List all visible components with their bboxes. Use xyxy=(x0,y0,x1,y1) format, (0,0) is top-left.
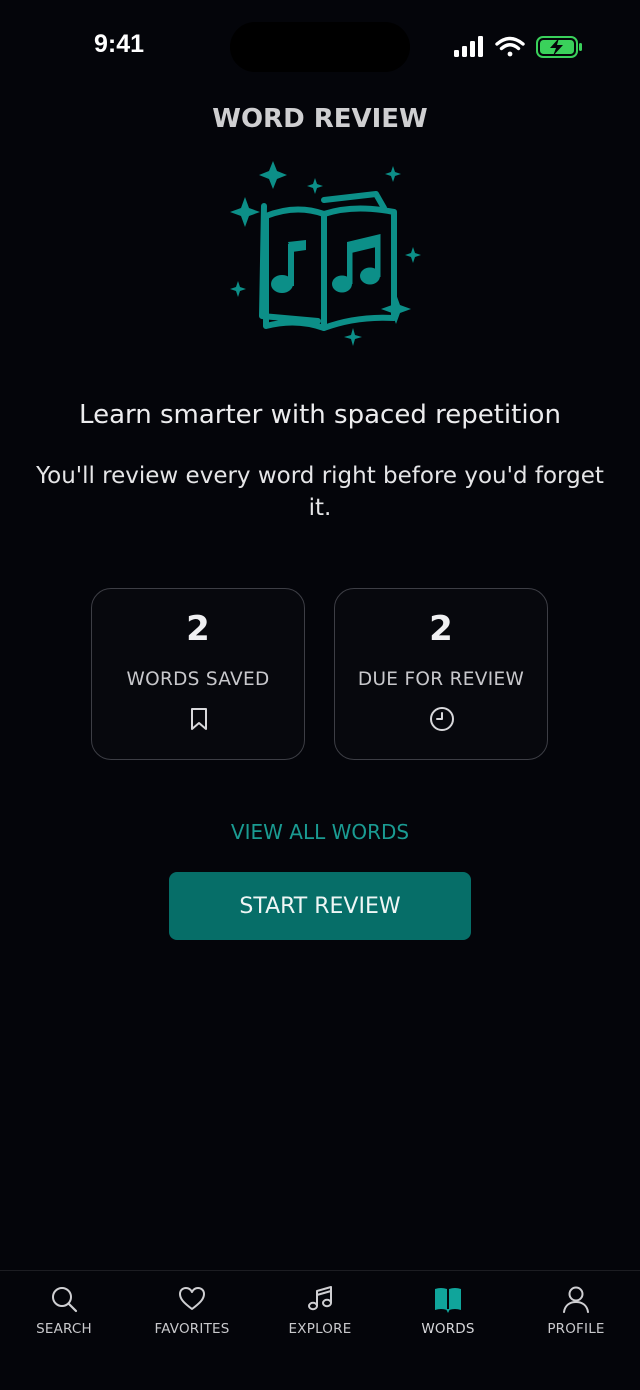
due-count: 2 xyxy=(429,609,453,649)
view-all-words-link[interactable]: VIEW ALL WORDS xyxy=(170,820,470,844)
tab-favorites[interactable]: FAVORITES xyxy=(128,1271,256,1361)
tab-explore[interactable]: EXPLORE xyxy=(256,1271,384,1361)
tab-label: PROFILE xyxy=(547,1321,605,1337)
status-time: 9:41 xyxy=(94,30,145,58)
tab-search[interactable]: SEARCH xyxy=(0,1271,128,1361)
clock-icon xyxy=(430,707,454,731)
user-icon xyxy=(563,1286,589,1313)
tab-bar: SEARCH FAVORITES EXPLORE WORDS PROFILE xyxy=(0,1270,640,1390)
words-saved-label: WORDS SAVED xyxy=(126,669,270,690)
tab-label: SEARCH xyxy=(36,1321,92,1337)
due-label: DUE FOR REVIEW xyxy=(357,669,525,690)
cellular-signal-icon xyxy=(454,36,483,57)
search-icon xyxy=(52,1287,78,1313)
battery-charging-icon xyxy=(536,36,582,58)
wifi-icon xyxy=(495,36,525,57)
due-for-review-card: 2 DUE FOR REVIEW xyxy=(334,588,548,760)
words-saved-card: 2 WORDS SAVED xyxy=(91,588,305,760)
page-title: WORD REVIEW xyxy=(212,104,428,134)
description: You'll review every word right before yo… xyxy=(36,463,604,521)
tab-profile[interactable]: PROFILE xyxy=(512,1271,640,1361)
tab-label: WORDS xyxy=(421,1321,475,1337)
sparkle-music-book-icon xyxy=(230,161,421,346)
music-note-icon xyxy=(308,1286,332,1311)
dynamic-island xyxy=(230,22,410,72)
words-saved-count: 2 xyxy=(186,609,210,649)
tagline: Learn smarter with spaced repetition xyxy=(79,400,561,430)
bookmark-icon xyxy=(191,708,207,730)
word-review-screen: 9:41 WORD REVIEW Learn smarter with spac… xyxy=(0,0,640,1390)
heart-icon xyxy=(179,1287,205,1310)
status-icons xyxy=(454,36,582,58)
tab-label: EXPLORE xyxy=(288,1321,352,1337)
tab-words[interactable]: WORDS xyxy=(384,1271,512,1361)
start-review-button[interactable]: START REVIEW xyxy=(169,872,471,940)
tab-label: FAVORITES xyxy=(154,1321,230,1337)
open-book-icon xyxy=(435,1288,461,1313)
